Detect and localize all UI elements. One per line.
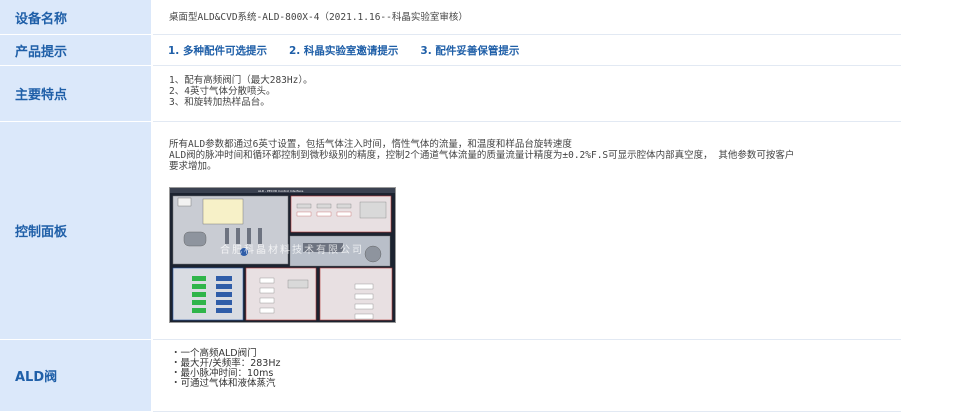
tip-link-lab-invite[interactable]: 2. 科晶实验室邀请提示 xyxy=(289,43,398,58)
tip-link-storage[interactable]: 3. 配件妥善保管提示 xyxy=(420,43,519,58)
device-name-text: 桌面型ALD&CVD系统-ALD-800X-4（2021.1.16--科晶实验室… xyxy=(169,11,468,23)
value-device-name: 桌面型ALD&CVD系统-ALD-800X-4（2021.1.16--科晶实验室… xyxy=(153,0,901,35)
control-panel-screenshot: ALD - PECVD Control Interface 合肥科晶材料技术有限… xyxy=(169,187,396,323)
ald-valve-item: ・可通过气体和液体蒸汽 xyxy=(171,378,276,389)
panel-watermark: 合肥科晶材料技术有限公司 xyxy=(220,245,364,256)
tip-link-accessories[interactable]: 1. 多种配件可选提示 xyxy=(168,43,267,58)
row-product-tips: 产品提示 1. 多种配件可选提示 2. 科晶实验室邀请提示 3. 配件妥善保管提… xyxy=(0,35,966,66)
ald-valve-item: ・一个高频ALD阀门 xyxy=(171,348,257,359)
row-device-name: 设备名称 桌面型ALD&CVD系统-ALD-800X-4（2021.1.16--… xyxy=(0,0,966,35)
panel-title: ALD - PECVD Control Interface xyxy=(258,189,304,193)
control-description: 要求增加。 xyxy=(169,161,217,172)
value-features: 1、配有高频阀门（最大283Hz）。 2、4英寸气体分散喷头。 3、和旋转加热样… xyxy=(153,66,901,122)
feature-item: 3、和旋转加热样品台。 xyxy=(169,97,270,108)
row-control-panel: 控制面板 所有ALD参数都通过6英寸设置，包括气体注入时间，惰性气体的流量，和温… xyxy=(0,122,966,340)
ald-valve-item: ・最大开/关频率：283Hz xyxy=(171,358,281,369)
value-control-panel: 所有ALD参数都通过6英寸设置，包括气体注入时间，惰性气体的流量，和温度和样品台… xyxy=(153,122,901,340)
label-control-panel: 控制面板 xyxy=(0,122,151,340)
control-description: 所有ALD参数都通过6英寸设置，包括气体注入时间，惰性气体的流量，和温度和样品台… xyxy=(169,139,572,150)
label-ald-valve: ALD阀 xyxy=(0,340,151,412)
label-product-tips: 产品提示 xyxy=(0,35,151,66)
feature-item: 2、4英寸气体分散喷头。 xyxy=(169,86,276,97)
value-product-tips: 1. 多种配件可选提示 2. 科晶实验室邀请提示 3. 配件妥善保管提示 xyxy=(153,35,901,66)
row-ald-valve: ALD阀 ・一个高频ALD阀门 ・最大开/关频率：283Hz ・最小脉冲时间：1… xyxy=(0,340,966,412)
label-device-name: 设备名称 xyxy=(0,0,151,35)
value-ald-valve: ・一个高频ALD阀门 ・最大开/关频率：283Hz ・最小脉冲时间：10ms ・… xyxy=(153,340,901,412)
row-features: 主要特点 1、配有高频阀门（最大283Hz）。 2、4英寸气体分散喷头。 3、和… xyxy=(0,66,966,122)
label-features: 主要特点 xyxy=(0,66,151,122)
ald-valve-item: ・最小脉冲时间：10ms xyxy=(171,368,274,379)
control-description: ALD阀的脉冲时间和循环都控制到微秒级别的精度，控制2个通道气体流量的质量流量计… xyxy=(169,150,795,161)
feature-item: 1、配有高频阀门（最大283Hz）。 xyxy=(169,75,313,86)
